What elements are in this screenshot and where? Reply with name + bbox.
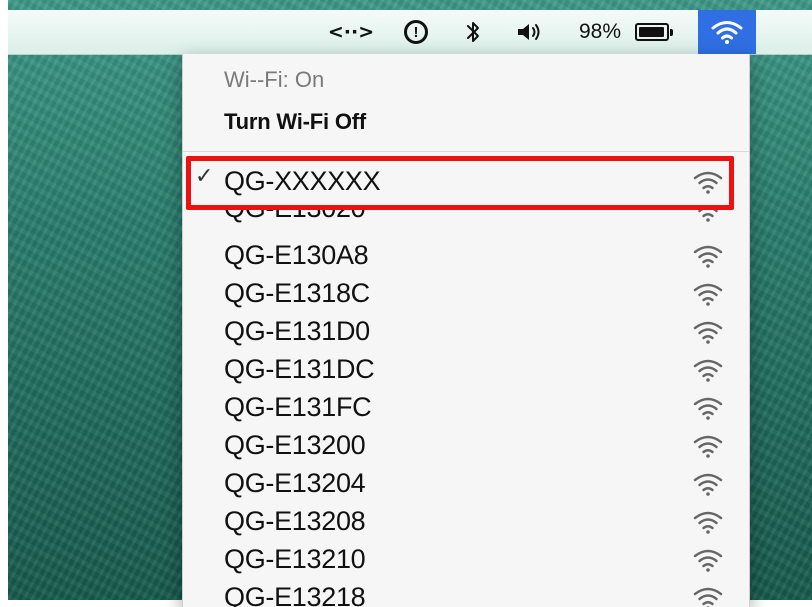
network-item[interactable]: QG-E13204 xyxy=(183,464,749,502)
wifi-icon xyxy=(711,21,743,44)
network-item[interactable]: QG-E131DC xyxy=(183,350,749,388)
wifi-signal-icon xyxy=(693,397,723,420)
menu-separator xyxy=(183,151,749,152)
selected-network-highlight xyxy=(186,156,734,210)
wifi-signal-icon xyxy=(693,587,723,607)
network-name: QG-E1318C xyxy=(224,278,370,308)
menu-bar: <··> ! 98% xyxy=(8,10,812,55)
wifi-signal-icon xyxy=(693,321,723,344)
network-item[interactable]: QG-E13218 xyxy=(183,578,749,607)
wifi-signal-icon xyxy=(693,245,723,268)
network-item[interactable]: QG-E131FC xyxy=(183,388,749,426)
battery-body xyxy=(635,23,673,41)
time-machine-icon[interactable]: ! xyxy=(398,10,434,54)
battery-level-fill xyxy=(639,27,665,37)
network-name: QG-E13218 xyxy=(224,582,366,607)
network-name: QG-E131D0 xyxy=(224,316,370,346)
network-item[interactable]: QG-E1318C xyxy=(183,274,749,312)
network-name: QG-E13208 xyxy=(224,506,366,536)
network-name: QG-E130A8 xyxy=(224,240,369,270)
wifi-signal-icon xyxy=(693,511,723,534)
network-item[interactable]: QG-E13210 xyxy=(183,540,749,578)
network-name: QG-E131DC xyxy=(224,354,375,384)
wifi-menu-button[interactable] xyxy=(698,10,756,54)
network-item[interactable]: QG-E13200 xyxy=(183,426,749,464)
network-item[interactable]: QG-E130A8 xyxy=(183,236,749,274)
network-name: QG-E13200 xyxy=(224,430,366,460)
bluetooth-glyph xyxy=(467,22,479,42)
network-item[interactable]: QG-E13208 xyxy=(183,502,749,540)
volume-glyph xyxy=(518,24,540,40)
turn-wifi-off-item[interactable]: Turn Wi-Fi Off xyxy=(224,109,366,135)
wifi-signal-icon xyxy=(693,473,723,496)
volume-icon[interactable] xyxy=(510,10,550,54)
wifi-status-label: Wi--Fi: On xyxy=(224,67,325,92)
wifi-dropdown-menu: Wi--Fi: On Turn Wi-Fi Off ✓ QG-XXXXXX QG… xyxy=(182,54,750,607)
network-name: QG-E13210 xyxy=(224,544,366,574)
wifi-signal-icon xyxy=(693,359,723,382)
battery-tip xyxy=(670,29,673,36)
battery-icon[interactable] xyxy=(628,10,676,54)
wifi-signal-icon xyxy=(693,435,723,458)
network-name: QG-E131FC xyxy=(224,392,372,422)
remote-desktop-icon[interactable]: <··> xyxy=(328,10,374,54)
network-item[interactable]: QG-E131D0 xyxy=(183,312,749,350)
bluetooth-icon[interactable] xyxy=(460,10,486,54)
battery-percentage[interactable]: 98% xyxy=(574,10,626,54)
time-machine-glyph: ! xyxy=(404,20,428,44)
network-name: QG-E13204 xyxy=(224,468,366,498)
wifi-signal-icon xyxy=(693,283,723,306)
wifi-signal-icon xyxy=(693,549,723,572)
